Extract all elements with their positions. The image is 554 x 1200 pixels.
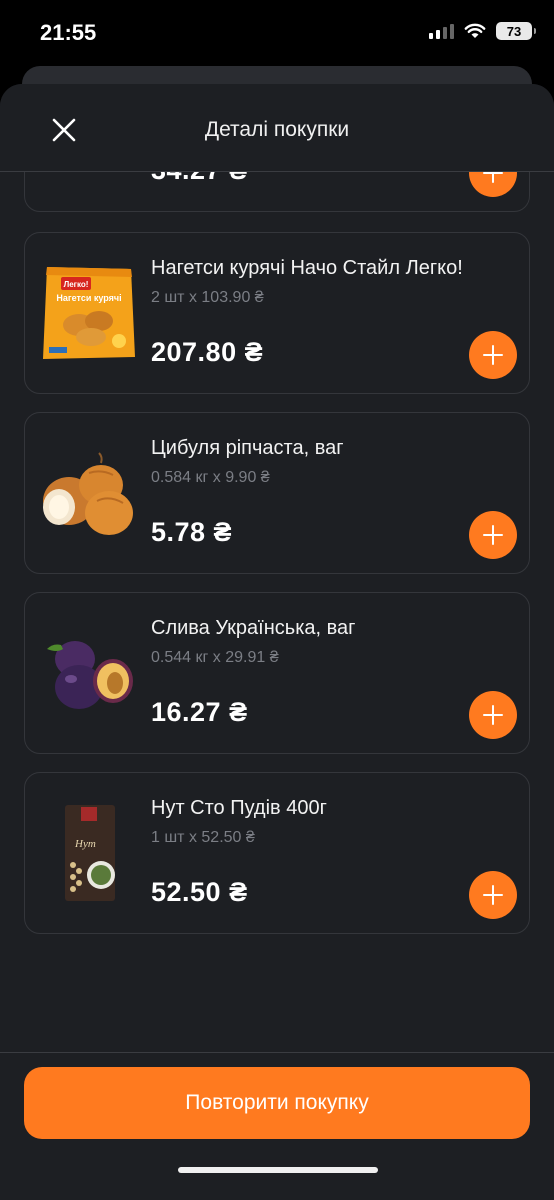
repeat-purchase-button[interactable]: Повторити покупку — [24, 1067, 530, 1139]
item-price: 52.50 ₴ — [151, 877, 248, 907]
list-item: Нут Нут Сто Пудів 400г 1 шт x 52.50 ₴ 52… — [24, 772, 530, 934]
home-indicator[interactable] — [178, 1167, 378, 1173]
wifi-icon — [464, 23, 486, 39]
item-name: Нагетси курячі Начо Стайл Легко! — [151, 257, 463, 279]
nuggets-brand-text: Легко! — [64, 280, 89, 289]
item-name: Нут Сто Пудів 400г — [151, 797, 327, 819]
item-price: 16.27 ₴ — [151, 697, 248, 727]
chickpea-pack-image: Нут — [65, 805, 115, 901]
item-quantity: 2 шт x 103.90 ₴ — [151, 289, 264, 306]
sheet-header: Деталі покупки — [0, 84, 554, 172]
plum-image — [47, 641, 133, 709]
list-item: Цибуля ріпчаста, ваг 0.584 кг x 9.90 ₴ 5… — [24, 412, 530, 574]
add-to-cart-button[interactable] — [469, 871, 517, 919]
cellular-signal-icon — [429, 23, 454, 39]
nuggets-pack-text: Нагетси курячі — [56, 293, 121, 303]
status-time: 21:55 — [40, 20, 97, 45]
onion-image — [43, 452, 133, 535]
status-icons: 73 — [429, 22, 536, 40]
add-to-cart-button[interactable] — [469, 511, 517, 559]
item-name: Цибуля ріпчаста, ваг — [151, 437, 344, 459]
item-name: Слива Українська, ваг — [151, 617, 356, 639]
item-quantity: 0.584 кг x 9.90 ₴ — [151, 469, 270, 486]
item-quantity: 0.544 кг x 29.91 ₴ — [151, 649, 279, 666]
list-item: Слива Українська, ваг 0.544 кг x 29.91 ₴… — [24, 592, 530, 754]
item-price: 207.80 ₴ — [151, 337, 264, 367]
nuggets-pack-image: Легко! Нагетси курячі — [43, 267, 135, 359]
page-title: Деталі покупки — [204, 118, 350, 141]
item-price: 5.78 ₴ — [151, 517, 233, 547]
sheet-footer: Повторити покупку — [0, 1052, 554, 1200]
chickpea-pack-text: Нут — [74, 838, 96, 850]
status-bar: 21:55 73 — [0, 0, 554, 64]
battery-icon: 73 — [496, 22, 536, 40]
list-item: Легко! Нагетси курячі Нагетси курячі Нач… — [24, 232, 530, 394]
item-quantity: 1 шт x 52.50 ₴ — [151, 829, 255, 846]
purchase-items-list[interactable]: 34.27 ₴ Легко! Нагетси курячі Нагетси ку… — [0, 84, 554, 1052]
add-to-cart-button[interactable] — [469, 691, 517, 739]
add-to-cart-button[interactable] — [469, 331, 517, 379]
purchase-details-sheet: 34.27 ₴ Легко! Нагетси курячі Нагетси ку… — [0, 84, 554, 1200]
